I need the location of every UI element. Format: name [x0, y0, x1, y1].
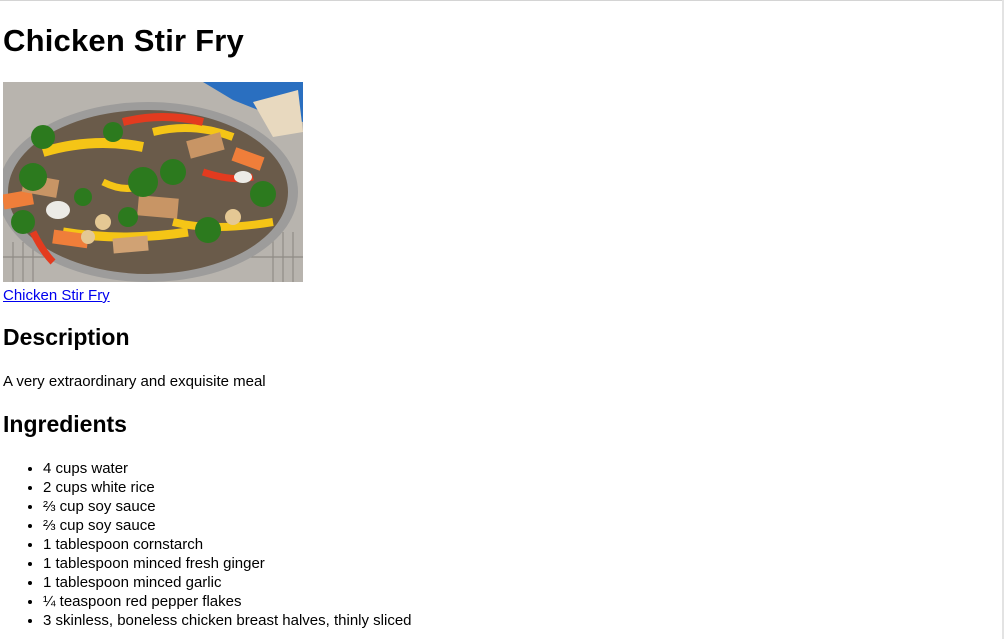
- recipe-page: Chicken Stir Fry Chicken Stir Fry Descri…: [3, 0, 993, 630]
- ingredient-item: 4 cups water: [43, 459, 993, 478]
- ingredient-item: ¼ teaspoon red pepper flakes: [43, 592, 993, 611]
- ingredient-item: ⅔ cup soy sauce: [43, 516, 993, 535]
- recipe-image-link[interactable]: Chicken Stir Fry: [3, 287, 110, 305]
- ingredient-item: 1 tablespoon cornstarch: [43, 535, 993, 554]
- ingredient-item: 2 cups white rice: [43, 478, 993, 497]
- recipe-photo: [3, 82, 303, 282]
- ingredients-list: 4 cups water 2 cups white rice ⅔ cup soy…: [3, 459, 993, 630]
- ingredient-item: ⅔ cup soy sauce: [43, 497, 993, 516]
- ingredients-heading: Ingredients: [3, 411, 127, 437]
- ingredient-item: 3 skinless, boneless chicken breast halv…: [43, 611, 993, 630]
- ingredient-item: 1 tablespoon minced garlic: [43, 573, 993, 592]
- recipe-title: Chicken Stir Fry: [3, 23, 244, 58]
- description-heading: Description: [3, 324, 130, 350]
- ingredient-item: 1 tablespoon minced fresh ginger: [43, 554, 993, 573]
- description-text: A very extraordinary and exquisite meal: [3, 373, 266, 390]
